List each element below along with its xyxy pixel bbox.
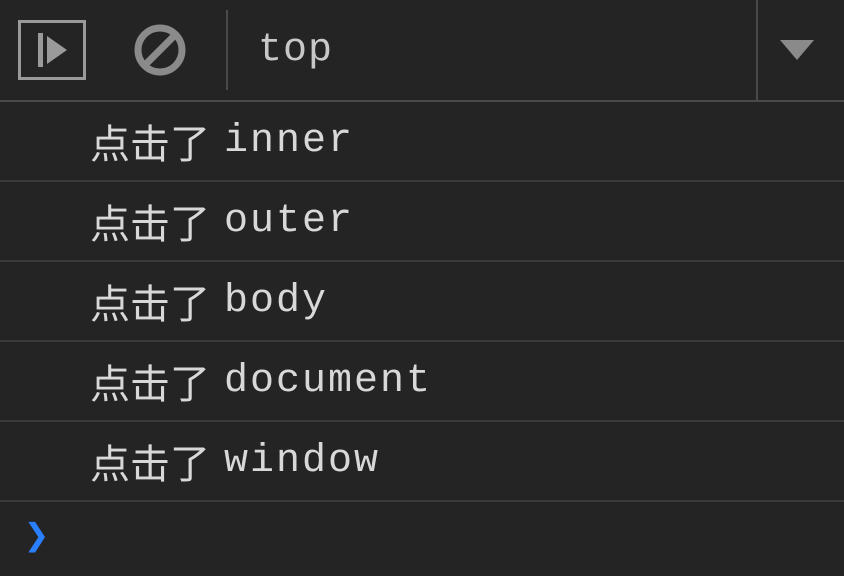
log-target: outer [224,199,354,244]
chevron-right-icon: ❯ [24,510,49,562]
console-input-row[interactable]: ❯ [0,502,844,570]
log-row: 点击了 body [0,262,844,342]
play-icon-bar [38,33,43,67]
toolbar-left-group: top [0,0,333,100]
log-target: window [224,439,380,484]
no-sign-icon [134,24,186,76]
console-log-area: 点击了 inner 点击了 outer 点击了 body 点击了 documen… [0,102,844,502]
console-toolbar: top [0,0,844,102]
context-selector[interactable]: top [258,28,333,73]
log-prefix: 点击了 [90,272,210,331]
log-prefix: 点击了 [90,192,210,251]
clear-console-button[interactable] [130,20,190,80]
execute-button[interactable] [18,20,86,80]
log-row: 点击了 document [0,342,844,422]
log-target: inner [224,119,354,164]
log-prefix: 点击了 [90,352,210,411]
filter-dropdown-button[interactable] [756,0,836,100]
triangle-down-icon [780,40,814,60]
play-icon-triangle [47,36,67,64]
log-prefix: 点击了 [90,432,210,491]
log-row: 点击了 outer [0,182,844,262]
log-row: 点击了 inner [0,102,844,182]
log-target: document [224,359,432,404]
log-prefix: 点击了 [90,112,210,171]
toolbar-divider [226,10,228,90]
log-row: 点击了 window [0,422,844,502]
log-target: body [224,279,328,324]
